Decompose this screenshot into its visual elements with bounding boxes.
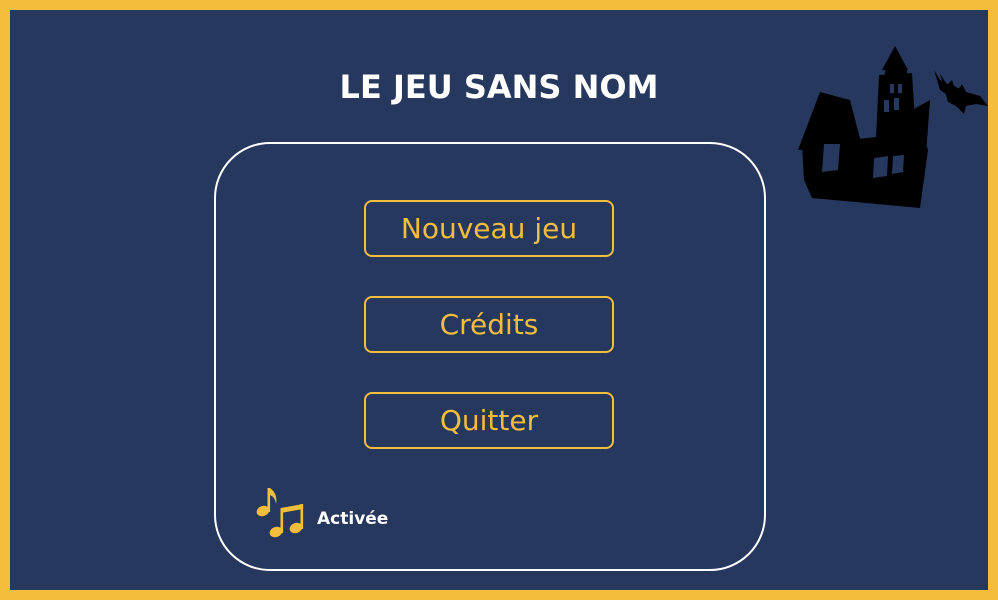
- credits-button[interactable]: Crédits: [364, 296, 614, 353]
- quit-button[interactable]: Quitter: [364, 392, 614, 449]
- music-status-label: Activée: [317, 509, 389, 529]
- haunted-house-icon: [798, 46, 988, 208]
- game-screen: LE JEU SANS NOM Nouveau jeu Crédits Quit…: [0, 0, 998, 600]
- new-game-button[interactable]: Nouveau jeu: [364, 200, 614, 257]
- music-notes-icon: [256, 488, 304, 538]
- music-toggle[interactable]: Activée: [254, 484, 394, 540]
